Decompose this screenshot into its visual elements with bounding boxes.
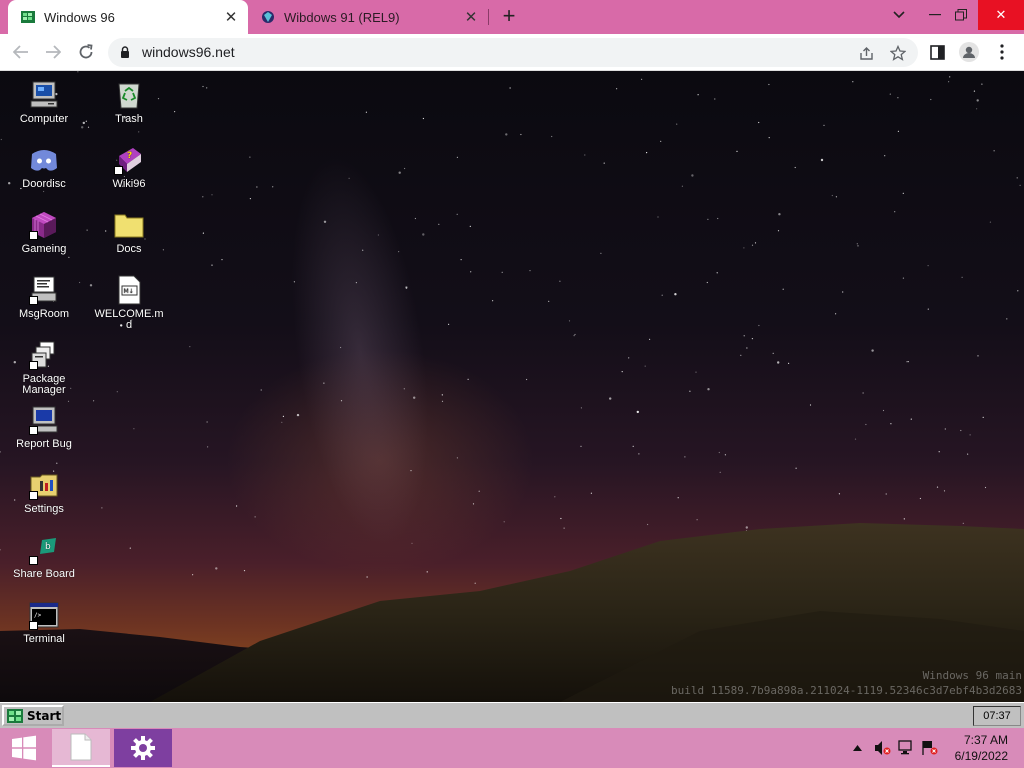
- close-window-icon[interactable]: ✕: [978, 0, 1024, 30]
- url-text[interactable]: windows96.net: [142, 44, 235, 60]
- discord-icon: [31, 150, 57, 171]
- folder-icon: [114, 214, 144, 238]
- desktop-icon-report-bug[interactable]: Report Bug: [9, 404, 79, 450]
- blank-file-icon: [70, 733, 92, 761]
- svg-text:b: b: [45, 542, 51, 552]
- desktop-icon-doordisc[interactable]: Doordisc: [9, 144, 79, 190]
- icon-label: Report Bug: [16, 438, 72, 450]
- desktop-icon-computer[interactable]: Computer: [9, 79, 79, 125]
- host-taskbar: 7:37 AM 6/19/2022: [0, 728, 1024, 768]
- tab-search-chevron-down-icon[interactable]: [882, 0, 916, 30]
- notification-alert-icon[interactable]: [920, 728, 940, 768]
- svg-text:M↓: M↓: [124, 288, 134, 295]
- tab-title: Wibdows 91 (REL9): [284, 9, 400, 25]
- icon-label: Settings: [24, 503, 64, 515]
- close-tab-icon[interactable]: ✕: [222, 8, 240, 26]
- svg-text:/>: />: [34, 612, 42, 619]
- win96-logo-icon: [7, 708, 23, 723]
- tab-wibdows91[interactable]: Wibdows 91 (REL9) ✕: [250, 0, 488, 34]
- icon-label: Package Manager: [22, 373, 66, 396]
- desktop-icon-docs[interactable]: Docs: [94, 209, 164, 255]
- restore-icon[interactable]: [944, 0, 978, 30]
- profile-avatar-icon[interactable]: [958, 41, 980, 63]
- svg-text:?: ?: [127, 151, 132, 161]
- shortcut-arrow-icon: [29, 621, 38, 630]
- browser-toolbar: windows96.net: [0, 34, 1024, 71]
- start-button[interactable]: Start: [2, 705, 64, 726]
- windows96-favicon-icon: [21, 11, 35, 23]
- lock-icon[interactable]: [120, 46, 130, 58]
- icon-label: Computer: [19, 113, 69, 125]
- icon-label: Gameing: [21, 243, 67, 255]
- tab-windows96[interactable]: Windows 96 ✕: [8, 0, 248, 34]
- clock-date: 6/19/2022: [954, 749, 1008, 763]
- address-bar[interactable]: windows96.net: [108, 38, 918, 67]
- desktop-icon-msgroom[interactable]: MsgRoom: [9, 274, 79, 320]
- start-label: Start: [27, 708, 62, 723]
- desktop-icon-package-manager[interactable]: Package Manager: [9, 339, 79, 396]
- taskbar-settings-app[interactable]: [114, 729, 172, 767]
- win96-desktop[interactable]: Computer Doordisc Gameing MsgRoom Packag…: [0, 71, 1024, 702]
- icon-label: WELCOME.md: [94, 308, 164, 331]
- back-arrow-icon[interactable]: [10, 41, 32, 63]
- shortcut-arrow-icon: [29, 426, 38, 435]
- icon-label: Terminal: [23, 633, 65, 645]
- gear-icon: [131, 736, 155, 760]
- desktop-icon-wiki96[interactable]: ? Wiki96: [94, 144, 164, 190]
- win96-taskbar: Start 07:37: [0, 702, 1024, 728]
- show-hidden-icons-chevron-up-icon[interactable]: [850, 728, 864, 768]
- watermark-line2: build 11589.7b9a898a.211024-1119.52346c3…: [671, 684, 1022, 697]
- win96-clock: 07:37: [973, 706, 1021, 726]
- desktop-icon-terminal[interactable]: /> Terminal: [9, 599, 79, 645]
- recycle-bin-icon: [118, 83, 140, 109]
- tab-title: Windows 96: [44, 9, 115, 25]
- shortcut-arrow-icon: [29, 361, 38, 370]
- icon-label: MsgRoom: [18, 308, 70, 320]
- browser-tab-strip: Windows 96 ✕ Wibdows 91 (REL9) ✕ + ✕: [0, 0, 1024, 34]
- computer-icon: [30, 81, 58, 108]
- desktop-icon-welcome-md[interactable]: M↓ WELCOME.md: [94, 274, 164, 331]
- shortcut-arrow-icon: [29, 491, 38, 500]
- icon-label: Wiki96: [112, 178, 146, 190]
- network-icon[interactable]: [897, 728, 917, 768]
- new-tab-icon[interactable]: +: [498, 5, 520, 28]
- forward-arrow-icon[interactable]: [42, 41, 64, 63]
- markdown-file-icon: M↓: [118, 275, 141, 305]
- desktop-icon-trash[interactable]: Trash: [94, 79, 164, 125]
- icon-label: Doordisc: [22, 178, 66, 190]
- share-page-icon[interactable]: [856, 43, 876, 63]
- bookmark-star-icon[interactable]: [888, 43, 908, 63]
- shortcut-arrow-icon: [29, 231, 38, 240]
- shortcut-arrow-icon: [114, 166, 123, 175]
- reload-icon[interactable]: [75, 41, 97, 63]
- close-tab-icon[interactable]: ✕: [462, 8, 480, 26]
- desktop-icon-share-board[interactable]: b Share Board: [9, 534, 79, 580]
- system-clock[interactable]: 7:37 AM 6/19/2022: [955, 732, 1008, 764]
- shortcut-arrow-icon: [29, 296, 38, 305]
- windows-start-icon[interactable]: [0, 728, 48, 768]
- tab-separator: [488, 9, 489, 25]
- watermark-line1: Windows 96 main: [922, 669, 1022, 682]
- side-panel-icon[interactable]: [926, 41, 948, 63]
- desktop-icon-gameing[interactable]: Gameing: [9, 209, 79, 255]
- volume-muted-icon[interactable]: [872, 728, 892, 768]
- wibdows91-favicon-icon: [262, 11, 274, 23]
- icon-label: Docs: [116, 243, 142, 255]
- shortcut-arrow-icon: [29, 556, 38, 565]
- taskbar-file-app[interactable]: [52, 729, 110, 767]
- build-watermark: Windows 96 main build 11589.7b9a898a.211…: [671, 668, 1022, 698]
- icon-label: Share Board: [13, 568, 75, 580]
- browser-menu-icon[interactable]: [991, 41, 1013, 63]
- desktop-icon-settings[interactable]: Settings: [9, 469, 79, 515]
- clock-time: 7:37 AM: [963, 733, 1008, 747]
- icon-label: Trash: [115, 113, 143, 125]
